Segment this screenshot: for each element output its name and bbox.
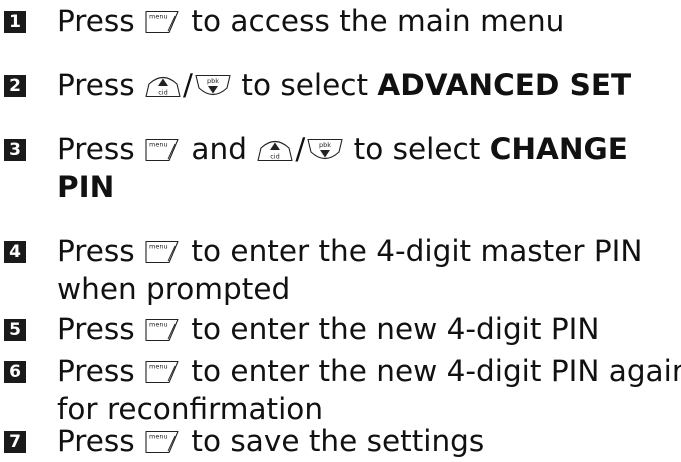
menu-key-glyph: menu [145, 318, 179, 342]
step-number: 4 [4, 241, 26, 263]
press-text: Press [57, 312, 135, 346]
up-key-glyph: cid [145, 76, 181, 98]
svg-text:menu: menu [149, 433, 168, 441]
svg-text:cid: cid [158, 89, 168, 97]
instruction-page: 1 Press menu to access the main menu 2 P… [0, 0, 681, 462]
step-number: 5 [4, 319, 26, 341]
step-text-continued: when prompted [57, 272, 291, 306]
slash-separator: / [295, 132, 306, 166]
slash-separator: / [183, 68, 193, 102]
and-text: and [191, 132, 247, 166]
step-text: to select [241, 68, 369, 102]
step-number: 1 [4, 11, 26, 33]
press-text: Press [57, 354, 135, 388]
menu-key-glyph: menu [145, 138, 179, 162]
step-text: to select [353, 132, 481, 166]
press-text: Press [57, 234, 135, 268]
step-text-continued: for reconfirmation [57, 392, 324, 426]
svg-text:menu: menu [149, 13, 168, 21]
step-number: 3 [4, 139, 26, 161]
step-text: to save the settings [191, 424, 485, 458]
menu-key-glyph: menu [145, 360, 179, 384]
svg-text:menu: menu [149, 321, 168, 329]
step-number: 6 [4, 361, 26, 383]
menu-key-icon: menu [144, 240, 182, 264]
menu-key-glyph: menu [145, 240, 179, 264]
menu-key-icon: menu [144, 138, 182, 162]
svg-text:cid: cid [271, 153, 281, 161]
menu-option-name-continued: PIN [57, 170, 115, 204]
step-text: to enter the 4-digit master PIN [191, 234, 643, 268]
menu-key-glyph: menu [145, 430, 179, 454]
svg-text:menu: menu [149, 141, 168, 149]
menu-key-icon: menu [144, 10, 182, 34]
step-text: to access the main menu [191, 4, 565, 38]
step-number: 7 [4, 431, 26, 453]
menu-key-icon: menu [144, 360, 182, 384]
menu-key-glyph: menu [145, 10, 179, 34]
press-text: Press [57, 424, 135, 458]
press-text: Press [57, 4, 135, 38]
down-key-glyph: pbk [195, 74, 231, 96]
svg-text:menu: menu [149, 243, 168, 251]
press-text: Press [57, 132, 135, 166]
up-key-glyph: cid [257, 140, 293, 162]
down-key-icon: pbk [194, 74, 232, 98]
step-text: to enter the new 4-digit PIN again [191, 354, 681, 388]
menu-key-icon: menu [144, 318, 182, 342]
down-key-glyph: pbk [307, 138, 343, 160]
up-key-icon: cid [144, 74, 182, 98]
step-number: 2 [4, 75, 26, 97]
menu-key-icon: menu [144, 430, 182, 454]
down-key-icon: pbk [306, 138, 344, 162]
press-text: Press [57, 68, 135, 102]
svg-text:pbk: pbk [207, 77, 219, 85]
step-text: to enter the new 4-digit PIN [191, 312, 600, 346]
svg-text:menu: menu [149, 363, 168, 371]
svg-text:pbk: pbk [319, 141, 331, 149]
menu-option-name: CHANGE [489, 132, 628, 166]
menu-option-name: ADVANCED SET [377, 68, 632, 102]
up-key-icon: cid [256, 138, 294, 162]
